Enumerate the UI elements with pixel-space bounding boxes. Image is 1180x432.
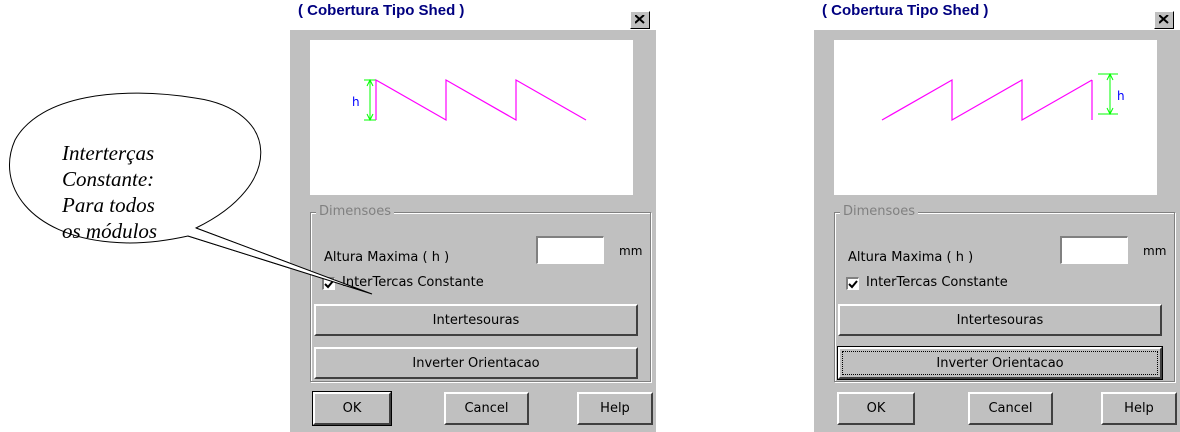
height-label: Altura Maxima ( h ) (848, 250, 974, 265)
inverter-orientacao-button[interactable]: Inverter Orientacao (838, 347, 1162, 379)
shed-roof-dialog-right: ( Cobertura Tipo Shed ) h Dimensoes Altu… (814, 0, 1180, 432)
help-button[interactable]: Help (577, 392, 653, 425)
title-bar: ( Cobertura Tipo Shed ) (814, 0, 1180, 30)
unit-label: mm (619, 244, 643, 258)
dialog-title: ( Cobertura Tipo Shed ) (822, 2, 989, 19)
checkbox-label: InterTercas Constante (866, 275, 1008, 290)
h-label: h (1117, 89, 1125, 103)
unit-label: mm (1143, 244, 1167, 258)
ok-button[interactable]: OK (837, 392, 915, 425)
check-icon (848, 280, 858, 289)
height-input[interactable] (536, 236, 604, 264)
close-icon (1159, 15, 1169, 24)
ok-button[interactable]: OK (313, 392, 391, 425)
group-label: Dimensoes (840, 204, 919, 219)
cancel-button[interactable]: Cancel (444, 392, 529, 425)
help-button[interactable]: Help (1101, 392, 1177, 425)
roof-profile-line (881, 78, 1093, 122)
close-icon (635, 15, 645, 24)
intertercas-checkbox[interactable] (846, 277, 859, 290)
close-button[interactable] (1154, 11, 1174, 29)
intertesouras-button[interactable]: Intertesouras (838, 304, 1162, 336)
shed-roof-diagram: h (881, 72, 1125, 122)
height-input[interactable] (1060, 236, 1128, 264)
dimensions-group: Dimensoes Altura Maxima ( h ) mm InterTe… (834, 204, 1175, 382)
callout-pointer (187, 227, 373, 295)
cancel-button[interactable]: Cancel (968, 392, 1053, 425)
inverter-orientacao-button[interactable]: Inverter Orientacao (314, 347, 638, 379)
roof-preview: h (834, 40, 1157, 195)
close-button[interactable] (630, 11, 650, 29)
